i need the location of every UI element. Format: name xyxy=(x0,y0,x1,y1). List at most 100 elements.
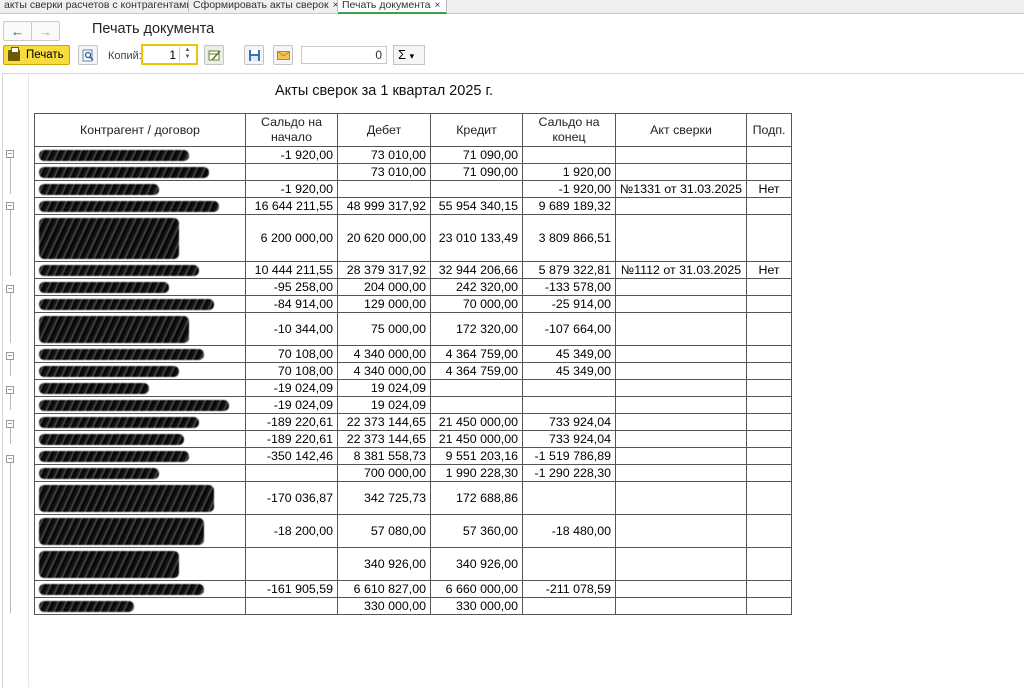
end-balance-cell: -133 578,00 xyxy=(522,278,616,296)
edit-button[interactable] xyxy=(204,45,224,65)
back-button[interactable]: ← xyxy=(3,21,32,41)
table-row[interactable]: -19 024,09 19 024,09 xyxy=(34,379,793,397)
act-cell: №1331 от 31.03.2025 xyxy=(614,180,748,198)
table-row[interactable]: 330 000,00 330 000,00 xyxy=(34,597,793,615)
signed-cell xyxy=(746,514,793,548)
table-header-row: Контрагент / договор Сальдо на начало Де… xyxy=(34,113,793,147)
counterparty-cell xyxy=(34,597,246,615)
redacted-scribble xyxy=(39,366,179,378)
debit-cell: 20 620 000,00 xyxy=(337,214,431,262)
end-balance-cell: 5 879 322,81 xyxy=(522,261,616,279)
tab-generate-acts[interactable]: Сформировать акты сверок × xyxy=(189,0,338,12)
signed-cell xyxy=(746,146,793,164)
end-balance-cell: -1 519 786,89 xyxy=(522,447,616,465)
start-balance-cell: -350 142,46 xyxy=(245,447,338,465)
copies-stepper[interactable]: ▲ ▼ xyxy=(179,47,195,62)
start-balance-cell: -189 220,61 xyxy=(245,430,338,448)
tab-reconciliation-acts[interactable]: акты сверки расчетов с контрагентами× xyxy=(0,0,189,12)
debit-cell: 4 340 000,00 xyxy=(337,362,431,380)
save-button[interactable] xyxy=(244,45,264,65)
table-row[interactable]: -10 344,00 75 000,00 172 320,00 -107 664,00 xyxy=(34,312,793,346)
signed-cell xyxy=(746,295,793,313)
counterparty-cell xyxy=(34,379,246,397)
group-collapse-icon[interactable]: − xyxy=(6,420,14,428)
start-balance-cell: -18 200,00 xyxy=(245,514,338,548)
col-header-start-balance: Сальдо на начало xyxy=(245,113,338,147)
tab-print-document[interactable]: Печать документа × xyxy=(338,0,447,14)
credit-cell: 23 010 133,49 xyxy=(430,214,523,262)
table-row[interactable]: 16 644 211,55 48 999 317,92 55 954 340,15 9… xyxy=(34,197,793,215)
signed-cell xyxy=(746,278,793,296)
credit-cell: 1 990 228,30 xyxy=(430,464,523,482)
table-row[interactable]: 700 000,00 1 990 228,30 -1 290 228,30 xyxy=(34,464,793,482)
table-row[interactable]: -19 024,09 19 024,09 xyxy=(34,396,793,414)
table-row[interactable]: 6 200 000,00 20 620 000,00 23 010 133,49 3 … xyxy=(34,214,793,262)
table-row[interactable]: -189 220,61 22 373 144,65 21 450 000,00 733… xyxy=(34,430,793,448)
counterparty-cell xyxy=(34,396,246,414)
redacted-scribble xyxy=(39,217,179,259)
sum-field[interactable]: 0 xyxy=(301,46,387,64)
redacted-scribble xyxy=(39,201,219,213)
table-row[interactable]: -95 258,00 204 000,00 242 320,00 -133 578,0… xyxy=(34,278,793,296)
table-row[interactable]: -350 142,46 8 381 558,73 9 551 203,16 -1 51… xyxy=(34,447,793,465)
group-collapse-icon[interactable]: − xyxy=(6,455,14,463)
credit-cell: 172 688,86 xyxy=(430,481,523,515)
start-balance-cell xyxy=(245,464,338,482)
end-balance-cell: -1 920,00 xyxy=(522,180,616,198)
redacted-scribble xyxy=(39,417,199,429)
group-collapse-icon[interactable]: − xyxy=(6,386,14,394)
col-header-signed: Подп. xyxy=(746,113,793,147)
table-row[interactable]: 70 108,00 4 340 000,00 4 364 759,00 45 349,… xyxy=(34,345,793,363)
debit-cell: 129 000,00 xyxy=(337,295,431,313)
end-balance-cell: -25 914,00 xyxy=(522,295,616,313)
redacted-scribble xyxy=(39,282,169,294)
group-collapse-icon[interactable]: − xyxy=(6,202,14,210)
start-balance-cell xyxy=(245,547,338,581)
counterparty-cell xyxy=(34,146,246,164)
counterparty-cell xyxy=(34,580,246,598)
redacted-scribble xyxy=(39,484,214,512)
table-row[interactable]: 340 926,00 340 926,00 xyxy=(34,547,793,581)
sigma-icon: Σ xyxy=(398,47,407,62)
report-title: Акты сверок за 1 квартал 2025 г. xyxy=(275,83,494,99)
start-balance-cell: -19 024,09 xyxy=(245,396,338,414)
debit-cell: 48 999 317,92 xyxy=(337,197,431,215)
floppy-disk-icon xyxy=(248,49,260,61)
end-balance-cell: 45 349,00 xyxy=(522,362,616,380)
end-balance-cell: -18 480,00 xyxy=(522,514,616,548)
copies-value: 1 xyxy=(169,48,176,62)
credit-cell: 242 320,00 xyxy=(430,278,523,296)
table-row[interactable]: -170 036,87 342 725,73 172 688,86 xyxy=(34,481,793,515)
table-row[interactable]: 70 108,00 4 340 000,00 4 364 759,00 45 349,… xyxy=(34,362,793,380)
debit-cell: 4 340 000,00 xyxy=(337,345,431,363)
table-row[interactable]: -84 914,00 129 000,00 70 000,00 -25 914,00 xyxy=(34,295,793,313)
close-icon[interactable]: × xyxy=(435,0,441,11)
credit-cell xyxy=(430,379,523,397)
table-row[interactable]: -18 200,00 57 080,00 57 360,00 -18 480,00 xyxy=(34,514,793,548)
counterparty-cell xyxy=(34,197,246,215)
copies-input[interactable]: 1 ▲ ▼ xyxy=(141,44,198,65)
table-row[interactable]: 10 444 211,55 28 379 317,92 32 944 206,66 5… xyxy=(34,261,793,279)
print-button[interactable]: Печать xyxy=(3,45,70,65)
table-row[interactable]: 73 010,00 71 090,00 1 920,00 xyxy=(34,163,793,181)
debit-cell: 75 000,00 xyxy=(337,312,431,346)
copies-label: Копий: xyxy=(108,50,142,62)
table-row[interactable]: -161 905,59 6 610 827,00 6 660 000,00 -211 … xyxy=(34,580,793,598)
table-row[interactable]: -1 920,00 73 010,00 71 090,00 xyxy=(34,146,793,164)
signed-cell xyxy=(746,413,793,431)
sum-menu-button[interactable]: Σ ▾ xyxy=(393,45,425,65)
group-collapse-icon[interactable]: − xyxy=(6,352,14,360)
signed-cell xyxy=(746,214,793,262)
group-line xyxy=(10,394,11,410)
group-collapse-icon[interactable]: − xyxy=(6,285,14,293)
preview-button[interactable] xyxy=(78,45,98,65)
group-collapse-icon[interactable]: − xyxy=(6,150,14,158)
forward-button[interactable]: → xyxy=(31,21,60,41)
credit-cell: 57 360,00 xyxy=(430,514,523,548)
table-row[interactable]: -1 920,00 -1 920,00 №1331 от 31.03.2025 Нет xyxy=(34,180,793,198)
group-line xyxy=(10,210,11,276)
table-row[interactable]: -189 220,61 22 373 144,65 21 450 000,00 733… xyxy=(34,413,793,431)
tab-label: Печать документа xyxy=(342,0,431,11)
email-button[interactable] xyxy=(273,45,293,65)
end-balance-cell: 3 809 866,51 xyxy=(522,214,616,262)
